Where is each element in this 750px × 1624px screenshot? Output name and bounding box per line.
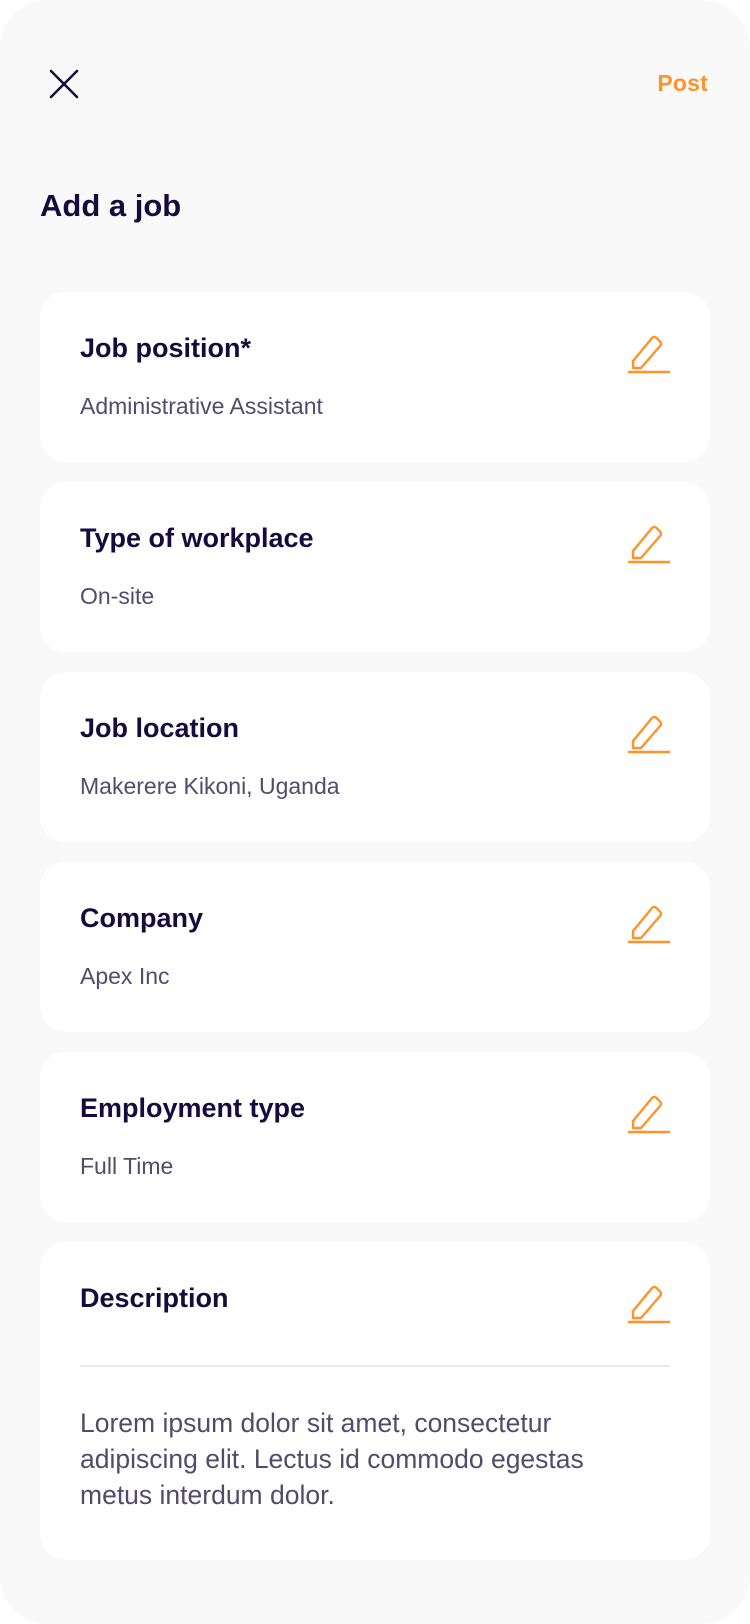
field-value: Makerere Kikoni, Uganda <box>80 773 340 799</box>
field-value: Apex Inc <box>80 963 170 989</box>
post-button[interactable]: Post <box>657 70 708 97</box>
field-label: Description <box>80 1283 229 1313</box>
pencil-icon <box>627 335 672 374</box>
divider <box>80 1365 670 1367</box>
edit-employment-type-button[interactable] <box>626 1090 672 1134</box>
edit-company-button[interactable] <box>626 900 672 944</box>
field-card-workplace-type[interactable]: Type of workplace On-site <box>40 482 710 652</box>
pencil-icon <box>627 905 672 944</box>
edit-workplace-type-button[interactable] <box>626 520 672 564</box>
field-label: Job position* <box>80 333 251 363</box>
field-label: Employment type <box>80 1093 306 1123</box>
edit-description-button[interactable] <box>626 1280 672 1324</box>
field-card-description[interactable]: Description Lorem ipsum dolor sit amet, … <box>40 1242 710 1560</box>
page-title: Add a job <box>40 188 182 223</box>
field-label: Job location <box>80 713 240 743</box>
field-card-company[interactable]: Company Apex Inc <box>40 862 710 1032</box>
field-label: Company <box>80 903 204 933</box>
pencil-icon <box>627 1285 672 1324</box>
description-text: Lorem ipsum dolor sit amet, consectetur … <box>80 1408 584 1510</box>
field-label: Type of workplace <box>80 523 314 553</box>
add-job-screen: Post Add a job Job position* Administrat… <box>0 0 750 1624</box>
field-value: Full Time <box>80 1153 174 1179</box>
field-card-employment-type[interactable]: Employment type Full Time <box>40 1052 710 1222</box>
edit-job-location-button[interactable] <box>626 710 672 754</box>
pencil-icon <box>627 1095 672 1134</box>
edit-job-position-button[interactable] <box>626 330 672 374</box>
pencil-icon <box>627 525 672 564</box>
field-value: On-site <box>80 583 155 609</box>
pencil-icon <box>627 715 672 754</box>
field-card-job-position[interactable]: Job position* Administrative Assistant <box>40 292 710 462</box>
close-icon <box>49 69 79 99</box>
field-card-job-location[interactable]: Job location Makerere Kikoni, Uganda <box>40 672 710 842</box>
close-button[interactable] <box>44 64 84 104</box>
field-value: Administrative Assistant <box>80 393 323 419</box>
